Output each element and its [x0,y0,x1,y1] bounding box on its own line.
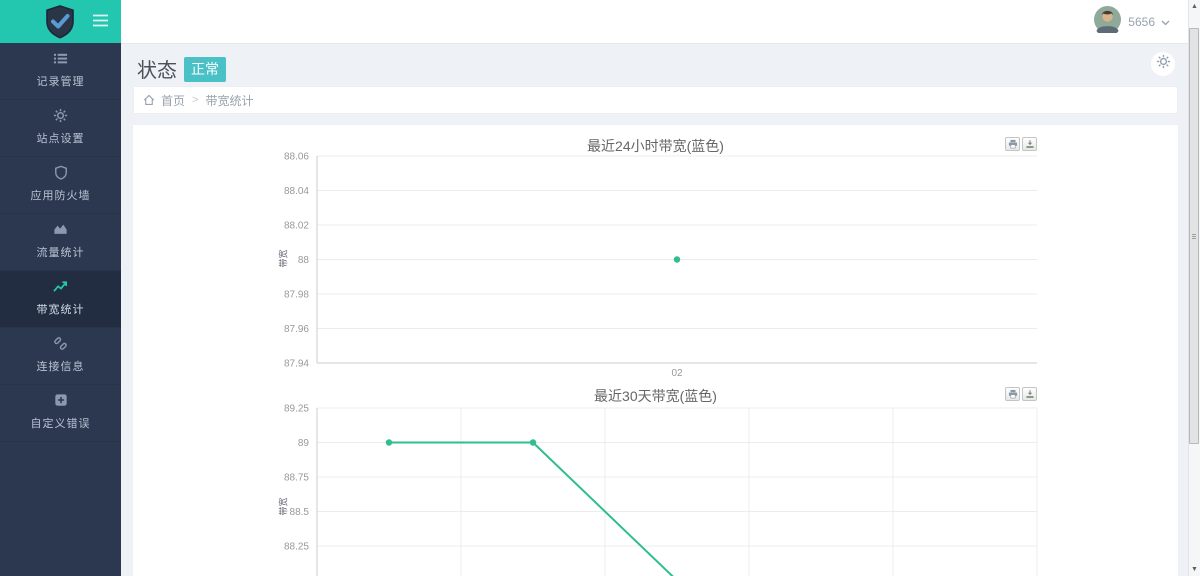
sidebar-item-label: 带宽统计 [0,301,121,317]
link-icon [0,336,121,353]
settings-button[interactable] [1151,52,1175,76]
svg-text:02: 02 [671,368,683,379]
sidebar-item-custom-error[interactable]: 自定义错误 [0,385,121,442]
page-title: 状态 [137,54,177,83]
svg-text:89: 89 [298,438,310,449]
svg-text:88.75: 88.75 [284,473,309,484]
avatar [1094,6,1121,38]
sidebar-item-label: 连接信息 [0,358,121,374]
sidebar-item-label: 站点设置 [0,130,121,146]
top-header: 5656 [121,0,1200,44]
area-chart-icon [0,222,121,239]
chart-24h-canvas: 88.06 88.04 88.02 88 87.98 87.96 87.94 02 [270,133,1060,385]
svg-text:87.96: 87.96 [284,324,309,335]
gear-icon [0,108,121,125]
username: 5656 [1128,15,1155,29]
svg-text:87.94: 87.94 [284,359,309,370]
shield-icon [0,165,121,182]
scroll-up-arrow-icon[interactable]: ▲ [1189,0,1200,13]
breadcrumb: 首页 > 带宽统计 [133,86,1178,114]
svg-text:88.25: 88.25 [284,542,309,553]
scroll-down-arrow-icon[interactable]: ▼ [1189,563,1200,576]
sidebar-item-app-firewall[interactable]: 应用防火墙 [0,157,121,214]
list-icon [0,51,121,68]
breadcrumb-separator: > [192,94,198,106]
sidebar-item-label: 流量统计 [0,244,121,260]
sidebar-item-label: 应用防火墙 [0,187,121,203]
chart-30d-canvas: 89.25 89 88.75 88.5 88.25 [270,383,1060,576]
shield-check-logo-icon [42,4,78,45]
sidebar-item-site-settings[interactable]: 站点设置 [0,100,121,157]
svg-text:88.06: 88.06 [284,152,309,163]
gear-icon [1156,54,1171,74]
vertical-scrollbar: ▲ ▼ [1188,0,1200,576]
sidebar-logo-block [0,0,121,43]
breadcrumb-home-link[interactable]: 首页 [161,92,185,109]
app-root: 记录管理站点设置应用防火墙流量统计带宽统计连接信息自定义错误 5656 状态 正… [0,0,1200,576]
scrollbar-thumb[interactable] [1189,28,1199,444]
svg-text:88: 88 [298,255,310,266]
user-menu[interactable]: 5656 [1094,8,1170,36]
sidebar-item-label: 自定义错误 [0,415,121,431]
line-chart-icon [0,279,121,296]
home-icon [142,93,156,107]
plus-square-icon [0,393,121,410]
hamburger-icon[interactable] [92,13,110,29]
sidebar-item-bandwidth-stats[interactable]: 带宽统计 [0,271,121,328]
sidebar-item-records[interactable]: 记录管理 [0,43,121,100]
sidebar-item-connection-info[interactable]: 连接信息 [0,328,121,385]
svg-text:87.98: 87.98 [284,290,309,301]
svg-text:88.04: 88.04 [284,186,309,197]
sidebar-item-label: 记录管理 [0,73,121,89]
sidebar-menu: 记录管理站点设置应用防火墙流量统计带宽统计连接信息自定义错误 [0,43,121,442]
sidebar: 记录管理站点设置应用防火墙流量统计带宽统计连接信息自定义错误 [0,0,121,576]
status-badge: 正常 [184,57,226,82]
breadcrumb-current: 带宽统计 [205,92,253,109]
svg-text:88.5: 88.5 [290,507,310,518]
chevron-down-icon [1161,13,1170,31]
svg-text:88.02: 88.02 [284,221,309,232]
svg-text:89.25: 89.25 [284,404,309,415]
sidebar-item-traffic-stats[interactable]: 流量统计 [0,214,121,271]
